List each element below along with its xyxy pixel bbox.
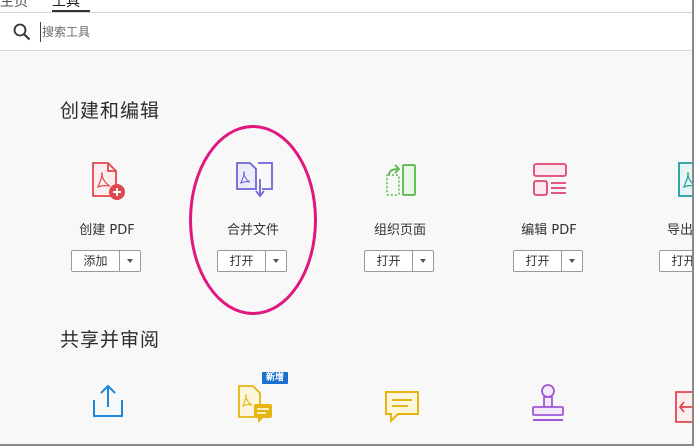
search-input[interactable] — [40, 22, 640, 42]
open-button[interactable]: 打开 — [218, 251, 266, 271]
split-button: 添加 — [71, 250, 141, 272]
split-button: 打开 — [513, 250, 583, 272]
combine-files-icon[interactable] — [234, 161, 274, 201]
tool-label: 导出 — [667, 223, 694, 238]
tab-home[interactable]: 主页 — [0, 0, 28, 11]
section-title-share-review: 共享并审阅 — [60, 329, 161, 351]
tab-strip: 主页 工具 — [0, 0, 692, 13]
comment-document-icon[interactable] — [236, 384, 276, 426]
chevron-down-icon — [273, 259, 279, 263]
comment-icon[interactable] — [382, 388, 422, 428]
chevron-down-icon — [569, 259, 575, 263]
tool-organize-pages[interactable]: 组织页面 打开 — [345, 161, 455, 291]
tool-label: 创建 PDF — [79, 223, 135, 238]
open-button[interactable]: 打开 — [365, 251, 413, 271]
export-pdf-icon[interactable] — [676, 161, 694, 201]
chevron-down-icon — [127, 259, 133, 263]
dropdown-button[interactable] — [413, 251, 433, 271]
split-button: 打开 — [364, 250, 434, 272]
tool-create-pdf[interactable]: 创建 PDF 添加 — [52, 161, 162, 291]
tools-window: 主页 工具 创建和编辑 创建 PDF 添加 — [0, 0, 694, 446]
section-title-create-edit: 创建和编辑 — [60, 100, 161, 122]
add-button[interactable]: 添加 — [72, 251, 120, 271]
create-pdf-icon[interactable] — [88, 161, 128, 201]
share-upload-icon[interactable] — [88, 382, 128, 422]
tool-label: 编辑 PDF — [521, 223, 577, 238]
split-button: 打开 — [659, 250, 692, 272]
tool-export-pdf[interactable]: 导出 打开 — [640, 161, 694, 291]
new-badge: 新增 — [262, 372, 289, 384]
dropdown-button[interactable] — [120, 251, 140, 271]
open-button[interactable]: 打开 — [660, 251, 692, 271]
tool-edit-pdf[interactable]: 编辑 PDF 打开 — [494, 161, 604, 291]
tool-label: 组织页面 — [373, 223, 426, 238]
send-track-icon[interactable] — [674, 388, 694, 428]
tools-content: 创建和编辑 创建 PDF 添加 合并文件 打开 组织页面 打开 编辑 PDF 打… — [0, 52, 694, 444]
tool-label: 合并文件 — [226, 223, 279, 238]
split-button: 打开 — [217, 250, 287, 272]
open-button[interactable]: 打开 — [514, 251, 562, 271]
dropdown-button[interactable] — [562, 251, 582, 271]
tool-combine-files[interactable]: 合并文件 打开 — [198, 161, 308, 291]
stamp-icon[interactable] — [528, 382, 568, 424]
organize-pages-icon[interactable] — [381, 161, 421, 201]
chevron-down-icon — [420, 259, 426, 263]
search-bar — [0, 13, 692, 51]
dropdown-button[interactable] — [266, 251, 286, 271]
search-icon[interactable] — [13, 23, 31, 41]
edit-pdf-icon[interactable] — [530, 161, 570, 201]
